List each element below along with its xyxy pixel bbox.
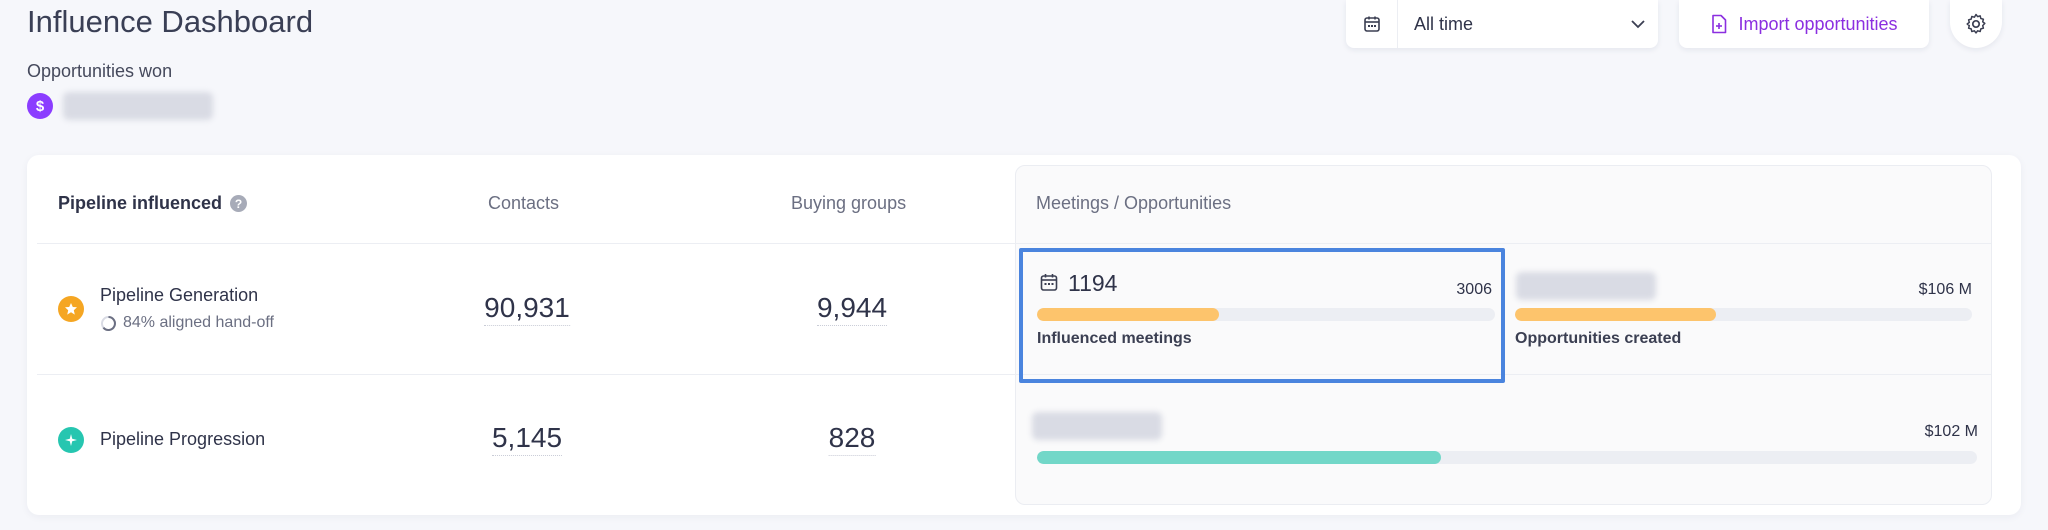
- opportunities-created-amount: $106 M: [1918, 281, 1972, 298]
- help-icon[interactable]: ?: [230, 195, 248, 212]
- dollar-icon: $: [27, 93, 53, 119]
- pipeline-progression-icon: [58, 427, 84, 453]
- pipeline-progression-name[interactable]: Pipeline Progression: [100, 429, 265, 450]
- progression-track: [1037, 451, 1977, 464]
- settings-button[interactable]: [1950, 0, 2002, 48]
- chevron-down-icon: [1618, 15, 1658, 33]
- date-range-value: All time: [1414, 13, 1474, 34]
- pipeline-influenced-label: Pipeline influenced: [58, 193, 223, 213]
- date-select-icon-cell: [1346, 0, 1398, 48]
- star-icon: [65, 303, 77, 315]
- import-opportunities-label: Import opportunities: [1738, 13, 1898, 34]
- opportunities-created-fill: [1515, 308, 1717, 321]
- opportunities-created-label: Opportunities created: [1515, 330, 1682, 347]
- meetings-opportunities-header: Meetings / Opportunities: [1036, 193, 1232, 213]
- header-divider: [37, 243, 1991, 244]
- opportunities-created-track: [1515, 308, 1972, 321]
- progression-value-blurred: [1032, 412, 1162, 440]
- pipeline-generation-icon: [58, 296, 84, 322]
- calendar-icon: [1363, 16, 1380, 32]
- buying-groups-header: Buying groups: [791, 193, 907, 213]
- progress-ring-icon: [101, 315, 116, 331]
- progression-amount: $102 M: [1924, 423, 1978, 440]
- row-divider: [37, 374, 1991, 375]
- progression-fill: [1037, 451, 1442, 464]
- pipeline-influenced-header: Pipeline influenced ?: [58, 193, 248, 214]
- contacts-header: Contacts: [488, 193, 560, 213]
- pipeline-progression-contacts[interactable]: 5,145: [491, 422, 563, 456]
- pipeline-generation-contacts[interactable]: 90,931: [484, 292, 570, 326]
- file-plus-icon: [1712, 14, 1727, 34]
- import-opportunities-button[interactable]: Import opportunities: [1679, 0, 1929, 48]
- aligned-handoff-text: 84% aligned hand-off: [123, 314, 274, 331]
- date-range-select[interactable]: All time: [1346, 0, 1658, 48]
- gear-icon: [1966, 13, 1986, 34]
- pipeline-generation-sub: 84% aligned hand-off: [100, 314, 274, 332]
- pipeline-progression-buying-groups[interactable]: 828: [828, 422, 876, 456]
- selection-highlight: [1019, 248, 1505, 383]
- page-title: Influence Dashboard: [27, 4, 314, 39]
- opportunities-won-value-blurred: [63, 92, 213, 120]
- opportunities-created-value-blurred: [1516, 272, 1656, 300]
- pipeline-generation-name[interactable]: Pipeline Generation: [100, 285, 258, 306]
- opportunities-won-row: $: [27, 92, 213, 120]
- sparkle-icon: [65, 434, 77, 446]
- pipeline-generation-buying-groups[interactable]: 9,944: [816, 292, 888, 326]
- opportunities-won-label: Opportunities won: [27, 61, 173, 81]
